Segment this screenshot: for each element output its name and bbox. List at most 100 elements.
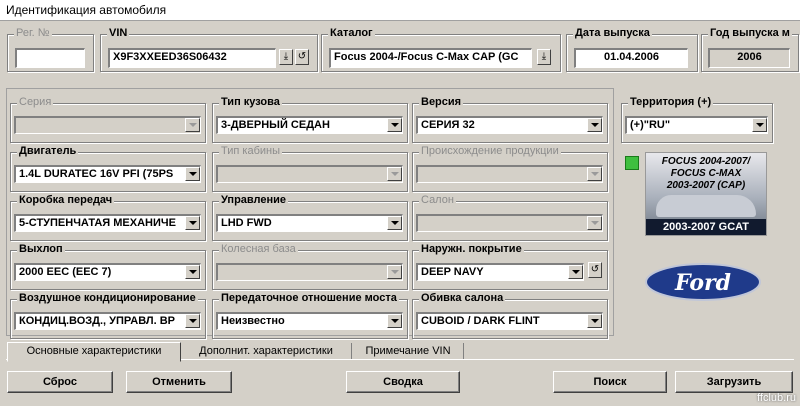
reset-button[interactable]: Сброс [7, 371, 113, 393]
steering-select[interactable]: LHD FWD [216, 214, 403, 232]
origin-group: Происхождение продукции [412, 145, 608, 192]
territory-value: (+)"RU" [630, 119, 671, 131]
release-year-label: Год выпуска м [708, 27, 792, 39]
vin-download-icon[interactable]: ⤓ [279, 49, 293, 65]
vin-input[interactable]: X9F3XXEED36S06432 [108, 48, 276, 68]
gear-ratio-value: Неизвестно [221, 315, 285, 327]
summary-button[interactable]: Сводка [346, 371, 460, 393]
gear-ratio-group: Передаточное отношение моста Неизвестно [212, 292, 408, 339]
catalog-group: Каталог Focus 2004-/Focus C-Max CAP (GC … [321, 27, 561, 72]
title-bar: Идентификация автомобиля [0, 0, 800, 21]
chevron-down-icon [185, 118, 200, 132]
promo-bar: 2003-2007 GCAT [646, 219, 766, 235]
upholstery-group: Обивка салона CUBOID / DARK FLINT [412, 292, 608, 339]
tab-main[interactable]: Основные характеристики [7, 342, 181, 362]
territory-label: Территория (+) [628, 96, 714, 108]
body-type-value: 3-ДВЕРНЫЙ СЕДАН [221, 119, 330, 131]
ford-logo: Ford [645, 263, 761, 301]
tab-additional[interactable]: Дополнит. характеристики [181, 343, 352, 359]
ac-value: КОНДИЦ.ВОЗД., УПРАВЛ. ВР [19, 315, 176, 327]
gear-ratio-select[interactable]: Неизвестно [216, 312, 403, 330]
interior-label: Салон [419, 194, 456, 206]
version-label: Версия [419, 96, 464, 108]
reg-no-group: Рег. № [7, 27, 94, 72]
chevron-down-icon[interactable] [185, 167, 200, 181]
cab-type-label: Тип кабины [219, 145, 282, 157]
exhaust-group: Выхлоп 2000 EEC (EEC 7) [10, 243, 206, 290]
body-type-select[interactable]: 3-ДВЕРНЫЙ СЕДАН [216, 116, 403, 134]
territory-select[interactable]: (+)"RU" [625, 116, 768, 134]
paint-history-icon[interactable]: ↺ [588, 262, 602, 278]
gear-ratio-label: Передаточное отношение моста [219, 292, 399, 304]
chevron-down-icon [387, 167, 402, 181]
paint-select[interactable]: DEEP NAVY [416, 263, 584, 281]
series-select [14, 116, 201, 134]
origin-select [416, 165, 603, 183]
release-date-input[interactable]: 01.04.2006 [574, 48, 688, 68]
gearbox-value: 5-СТУПЕНЧАТАЯ МЕХАНИЧЕ [19, 217, 176, 229]
chevron-down-icon[interactable] [185, 265, 200, 279]
exhaust-value: 2000 EEC (EEC 7) [19, 266, 112, 278]
release-year-value: 2006 [737, 51, 762, 63]
reg-no-input[interactable] [15, 48, 85, 68]
chevron-down-icon[interactable] [587, 118, 602, 132]
ac-label: Воздушное кондиционирование [17, 292, 198, 304]
interior-group: Салон [412, 194, 608, 241]
tab-vin-note[interactable]: Примечание VIN [353, 343, 464, 359]
window-title: Идентификация автомобиля [6, 3, 167, 17]
version-value: СЕРИЯ 32 [421, 119, 475, 131]
version-group: Версия СЕРИЯ 32 [412, 96, 608, 143]
chevron-down-icon[interactable] [185, 314, 200, 328]
steering-value: LHD FWD [221, 217, 272, 229]
engine-value: 1.4L DURATEC 16V PFI (75PS [19, 168, 174, 180]
engine-select[interactable]: 1.4L DURATEC 16V PFI (75PS [14, 165, 201, 183]
vin-label: VIN [107, 27, 130, 39]
ford-logo-text: Ford [674, 270, 731, 296]
vin-value: X9F3XXEED36S06432 [113, 51, 227, 63]
load-button[interactable]: Загрузить [675, 371, 793, 393]
upholstery-select[interactable]: CUBOID / DARK FLINT [416, 312, 603, 330]
paint-label: Наружн. покрытие [419, 243, 524, 255]
release-date-value: 01.04.2006 [603, 51, 660, 63]
catalog-download-icon[interactable]: ⤓ [537, 49, 551, 65]
search-button[interactable]: Поиск [553, 371, 667, 393]
watermark: ffclub.ru [757, 392, 796, 404]
upholstery-label: Обивка салона [419, 292, 506, 304]
catalog-input[interactable]: Focus 2004-/Focus C-Max CAP (GC [329, 48, 532, 68]
release-date-label: Дата выпуска [573, 27, 652, 39]
steering-label: Управление [219, 194, 289, 206]
upholstery-value: CUBOID / DARK FLINT [421, 315, 540, 327]
chevron-down-icon[interactable] [185, 216, 200, 230]
car-image [656, 195, 756, 217]
version-select[interactable]: СЕРИЯ 32 [416, 116, 603, 134]
release-year-group: Год выпуска м 2006 [701, 27, 799, 72]
promo-line-1: FOCUS 2004-2007/ [661, 156, 751, 167]
catalog-status-icon[interactable] [625, 156, 639, 170]
cancel-button[interactable]: Отменить [126, 371, 232, 393]
chevron-down-icon [587, 167, 602, 181]
promo-line-2: FOCUS C-MAX [670, 168, 742, 179]
reg-no-label: Рег. № [14, 27, 52, 39]
chevron-down-icon[interactable] [568, 265, 583, 279]
chevron-down-icon[interactable] [752, 118, 767, 132]
chevron-down-icon[interactable] [387, 118, 402, 132]
body-type-group: Тип кузова 3-ДВЕРНЫЙ СЕДАН [212, 96, 408, 143]
catalog-promo-image: FOCUS 2004-2007/ FOCUS C-MAX 2003-2007 (… [645, 152, 767, 236]
chevron-down-icon[interactable] [587, 314, 602, 328]
wheelbase-select [216, 263, 403, 281]
chevron-down-icon[interactable] [387, 216, 402, 230]
catalog-value: Focus 2004-/Focus C-Max CAP (GC [334, 51, 519, 63]
chevron-down-icon[interactable] [387, 314, 402, 328]
engine-group: Двигатель 1.4L DURATEC 16V PFI (75PS [10, 145, 206, 192]
release-date-group: Дата выпуска 01.04.2006 [566, 27, 698, 72]
chevron-down-icon [587, 216, 602, 230]
ac-select[interactable]: КОНДИЦ.ВОЗД., УПРАВЛ. ВР [14, 312, 201, 330]
gearbox-select[interactable]: 5-СТУПЕНЧАТАЯ МЕХАНИЧЕ [14, 214, 201, 232]
interior-select [416, 214, 603, 232]
territory-group: Территория (+) (+)"RU" [621, 96, 773, 143]
steering-group: Управление LHD FWD [212, 194, 408, 241]
wheelbase-group: Колесная база [212, 243, 408, 290]
vin-history-icon[interactable]: ↺ [295, 49, 309, 65]
ac-group: Воздушное кондиционирование КОНДИЦ.ВОЗД.… [10, 292, 206, 339]
exhaust-select[interactable]: 2000 EEC (EEC 7) [14, 263, 201, 281]
